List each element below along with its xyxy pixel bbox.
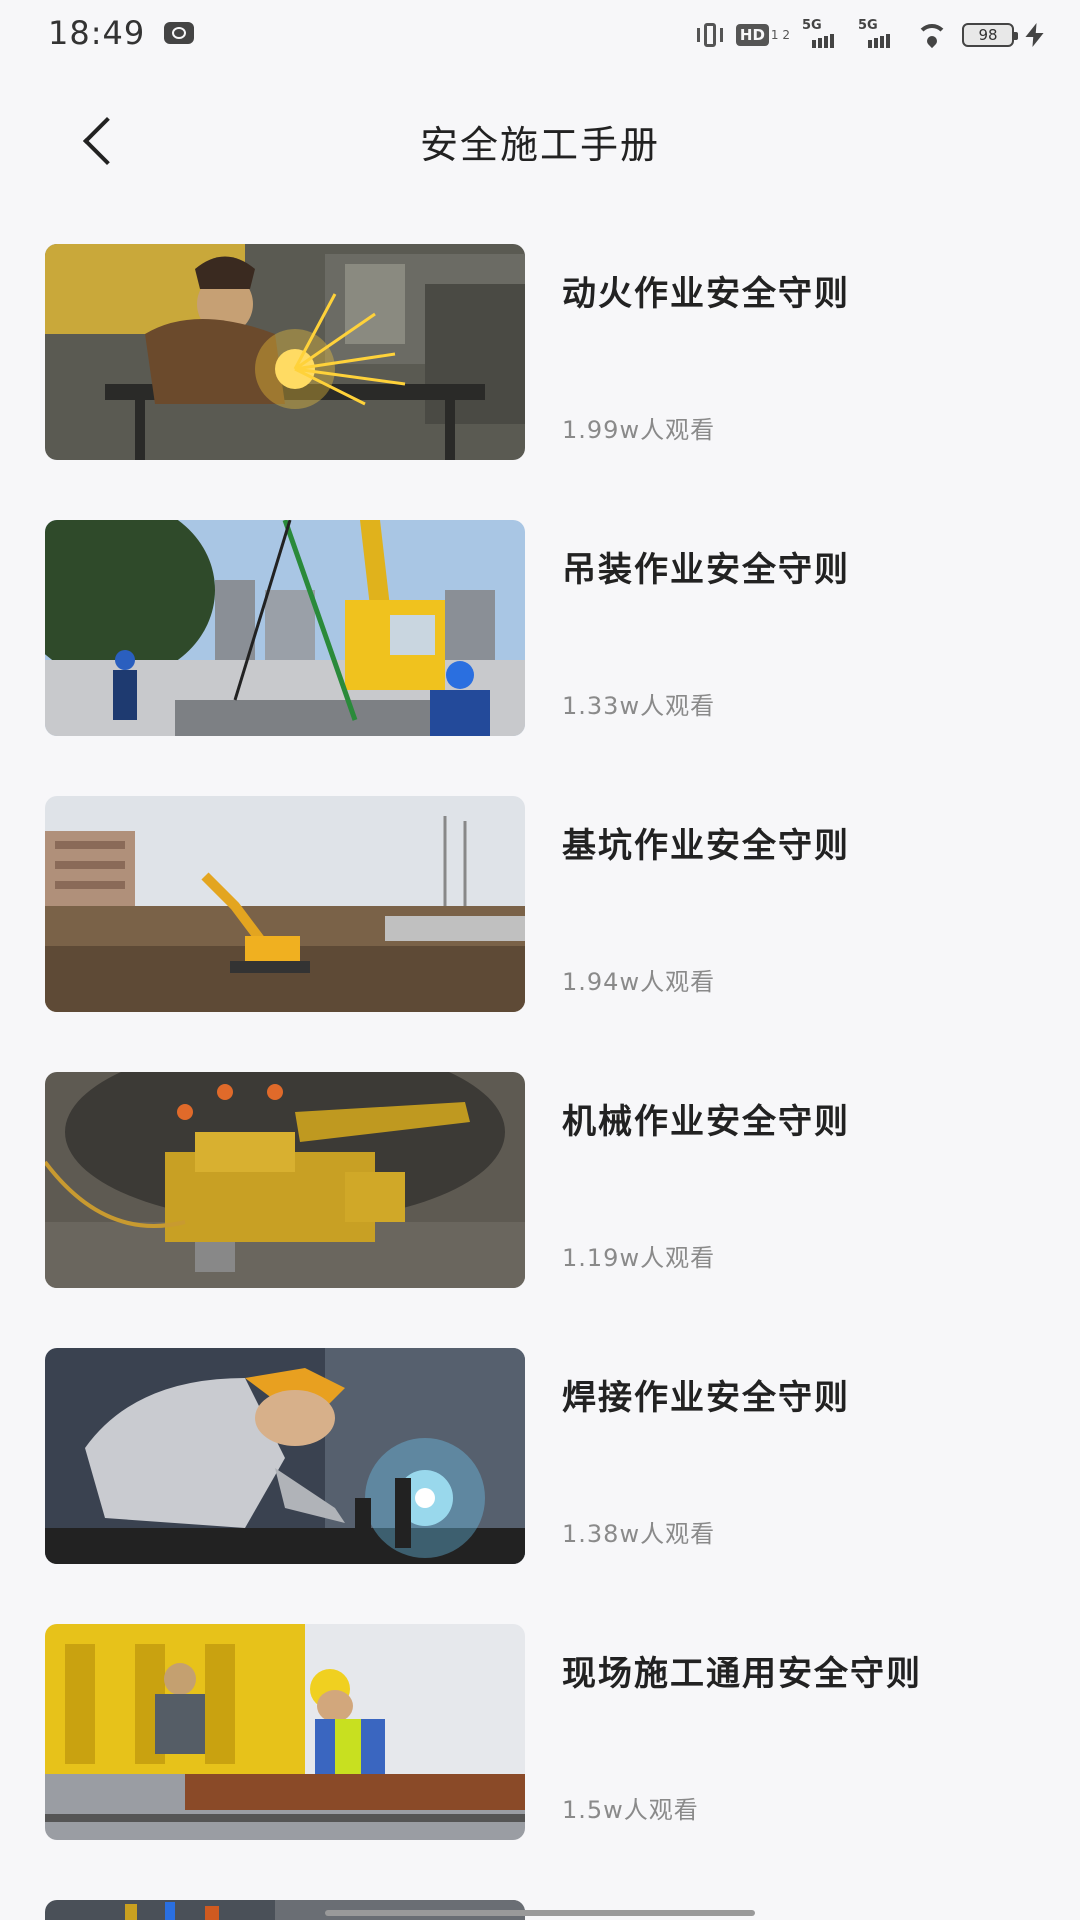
signal-2-label: 5G [858,18,878,33]
status-bar: 18:49 HD 1 2 5G 5G 98 [0,0,1080,70]
charging-icon [1026,23,1040,47]
status-time: 18:49 [48,14,146,52]
battery-icon: 98 [962,23,1018,47]
wifi-icon [914,22,950,48]
thumbnail-machinery [45,1072,525,1288]
hd-voice-icon: HD [735,24,769,46]
item-title: 基坑作业安全守则 [562,826,850,866]
thumbnail-crane-lifting [45,520,525,736]
item-views: 1.19w人观看 [562,1244,716,1272]
thumbnail-hot-work [45,244,525,460]
item-views: 1.94w人观看 [562,968,716,996]
item-title: 焊接作业安全守则 [562,1378,850,1418]
item-views: 1.33w人观看 [562,692,716,720]
item-title: 动火作业安全守则 [562,274,850,314]
item-title: 吊装作业安全守则 [562,550,850,590]
item-views: 1.5w人观看 [562,1796,699,1824]
item-title: 现场施工通用安全守则 [562,1654,922,1694]
signal-1-icon: 5G [802,18,846,48]
list-item[interactable]: 现场施工通用安全守则 1.5w人观看 [0,1624,1080,1840]
thumbnail-general-site [45,1624,525,1840]
item-views: 1.99w人观看 [562,416,716,444]
signal-2-icon: 5G [858,18,902,48]
item-title: 机械作业安全守则 [562,1102,850,1142]
page-title: 安全施工手册 [419,123,660,167]
hd-sim-label: 1 2 [770,28,790,42]
list-item[interactable]: 基坑作业安全守则 1.94w人观看 [0,796,1080,1012]
signal-1-label: 5G [802,18,822,33]
screen-record-icon [164,22,194,44]
thumbnail-foundation-pit [45,796,525,1012]
status-icons: HD 1 2 5G 5G 98 [696,18,1040,52]
home-indicator[interactable] [325,1910,755,1916]
list-item[interactable]: 吊装作业安全守则 1.33w人观看 [0,520,1080,736]
item-views: 1.38w人观看 [562,1520,716,1548]
list-item[interactable]: 动火作业安全守则 1.99w人观看 [0,244,1080,460]
list-item[interactable]: 焊接作业安全守则 1.38w人观看 [0,1348,1080,1564]
vibrate-icon [696,22,724,48]
thumbnail-welding [45,1348,525,1564]
header: 安全施工手册 [0,90,1080,190]
list-item[interactable]: 机械作业安全守则 1.19w人观看 [0,1072,1080,1288]
